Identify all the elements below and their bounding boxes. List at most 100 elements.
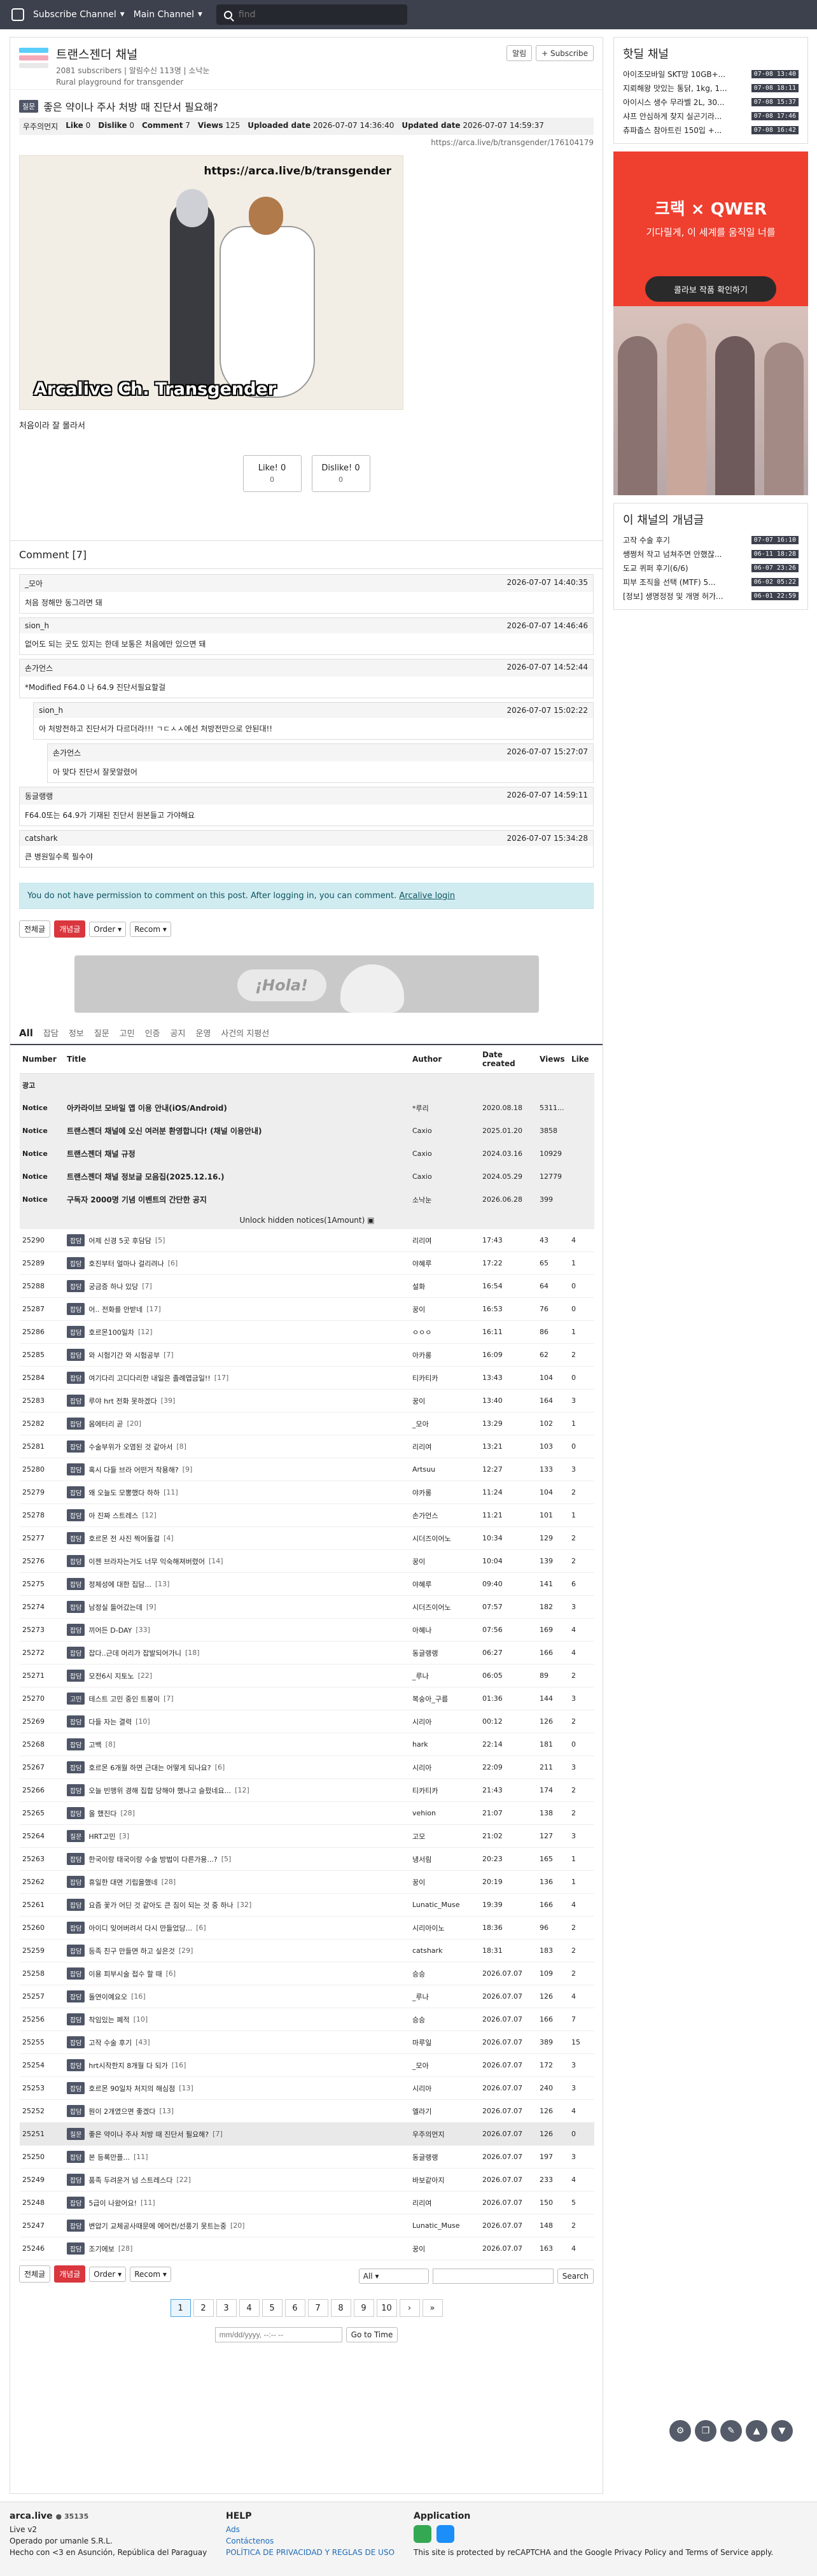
tab-category[interactable]: 잡담 [43,1027,59,1039]
row-author[interactable]: 아혜나 [410,1618,480,1642]
table-row[interactable]: 25267 잡담 호르몬 6개월 하면 근대는 어떻게 되나요? [6] 시리아 22:0… [20,1756,594,1779]
post-title-cell[interactable]: 잡담 모전6시 지토노 [22] [64,1664,410,1687]
row-title[interactable]: 착임있는 폐적 [88,2015,129,2025]
notice-author[interactable]: Caxio [410,1142,480,1165]
row-author[interactable]: _루나 [410,1985,480,2008]
row-author[interactable]: 아카롱 [410,1343,480,1367]
row-title[interactable]: 어제 신경 5곳 후담담 [88,1235,151,1246]
post-title-cell[interactable]: 잡담 남정실 들어갔는데 [9] [64,1595,410,1619]
post-title-cell[interactable]: 잡담 궁금증 하나 있당 [7] [64,1274,410,1298]
footer-site-name[interactable]: arca.live [10,2511,53,2521]
row-title[interactable]: 아이디 잊어버려서 다시 만들었당... [88,1923,192,1933]
table-row[interactable]: 25270 고민 테스트 고민 중인 트붕이 [7] 복숭아_구름 01:36 144 3 [20,1687,594,1710]
comment-author[interactable]: _모아 [25,578,43,589]
row-author[interactable]: 설화 [410,1274,480,1298]
post-title-cell[interactable]: 잡담 정체성에 대한 집담... [13] [64,1572,410,1596]
post-title-cell[interactable]: 잡담 호르몬100일차 [12] [64,1320,410,1344]
tab-category[interactable]: 사건의 지평선 [221,1027,269,1039]
tab-category[interactable]: 정보 [69,1027,84,1039]
post-title-cell[interactable]: 잡담 요즘 꽃가 어딘 것 같아도 큰 짐이 되는 것 중 하나 [32] [64,1893,410,1917]
bottom-search-button[interactable]: Search [557,2269,594,2284]
row-author[interactable]: 티카티카 [410,1366,480,1390]
page-button[interactable]: 2 [193,2299,214,2317]
post-title-cell[interactable]: 고민 테스트 고민 중인 트붕이 [7] [64,1687,410,1710]
post-title-cell[interactable]: 잡담 이용 피부시술 접수 할 때 [6] [64,1962,410,1985]
page-button[interactable]: 4 [239,2299,260,2317]
row-title[interactable]: 어.. 전화를 안받네 [88,1304,143,1314]
row-title[interactable]: 고작 수술 후기 [88,2038,132,2048]
table-row[interactable]: 25258 잡담 이용 피부시술 접수 할 때 [6] 승승 2026.07.07 109 2 [20,1962,594,1985]
post-title-cell[interactable]: 잡담 고작 수술 후기 [43] [64,2031,410,2054]
row-title[interactable]: 호르몬100일차 [88,1327,134,1337]
row-title[interactable]: 테스트 고민 중인 트붕이 [88,1694,160,1704]
search-icon[interactable] [223,10,232,19]
all-posts-button[interactable]: 전체글 [19,920,51,938]
row-title[interactable]: 수술부위가 오염된 것 같아서 [88,1442,172,1452]
table-row[interactable]: 25259 잡담 등족 친구 만들면 하고 싶은것 [29] catshark 18:31… [20,1939,594,1962]
arca-logo-icon[interactable] [11,8,24,21]
row-title[interactable]: 한국이랑 태국이랑 수술 방법이 다른가용...? [88,1854,217,1864]
row-title[interactable]: 호르몬 전 사진 찍어둘걸 [88,1533,160,1544]
post-title-cell[interactable]: 잡담 아 진짜 스트레스 [12] [64,1503,410,1527]
table-row[interactable]: 25274 잡담 남정실 들어갔는데 [9] 시더즈이어노 07:57 182 3 [20,1595,594,1619]
table-row[interactable]: 25284 잡담 여기다리 고디다리한 내일은 졸례엽금일!! [17] 티카티카 13:… [20,1366,594,1390]
tab-category[interactable]: 고민 [120,1027,135,1039]
post-url[interactable]: https://arca.live/b/transgender/17610417… [10,135,603,150]
row-author[interactable]: Lunatic_Muse [410,2214,480,2237]
row-title[interactable]: 왜 오늘도 모뽕했다 하하 [88,1488,160,1498]
notice-row[interactable]: Notice 트랜스젠더 채널에 오신 여러분 환영합니다! (채널 이용안내) C… [20,1119,594,1143]
post-title-cell[interactable]: 잡담 잡다..근데 머리가 잡발되어가니 [18] [64,1641,410,1665]
table-row[interactable]: 25264 질문 HRT고민 [3] 고모 21:02 127 3 [20,1824,594,1848]
post-title-cell[interactable]: 잡담 등족 친구 만들면 하고 싶은것 [29] [64,1939,410,1962]
row-author[interactable]: 리리여 [410,1228,480,1252]
table-row[interactable]: 25255 잡담 고작 수술 후기 [43] 마루일 2026.07.07 389 15 [20,2031,594,2054]
table-row[interactable]: 25251 질문 좋은 약이나 주사 처방 때 진단서 필요해? [7] 우주의먼지 20… [20,2122,594,2146]
row-author[interactable]: 승승 [410,2008,480,2031]
row-title[interactable]: HRT고민 [88,1831,115,1841]
table-row[interactable]: 25268 잡담 고백 [8] hark 22:14 181 0 [20,1733,594,1756]
subscribe-button[interactable]: + Subscribe [536,45,594,61]
subscribe-channel-menu[interactable]: Subscribe Channel ▼ [33,10,125,20]
post-title-cell[interactable]: 잡담 변압기 교체공사때문에 에어컨/선풍기 못트는중 [20] [64,2214,410,2237]
row-author[interactable]: 시리아 [410,1710,480,1733]
notice-row[interactable]: Notice 트랜스젠더 채널 정보글 모음집(2025.12.16.) Caxio… [20,1165,594,1188]
row-author[interactable]: 리리여 [410,2191,480,2214]
page-button[interactable]: 6 [284,2299,305,2317]
row-author[interactable]: 시리아 [410,2076,480,2100]
post-title-cell[interactable]: 잡담 수술부위가 오염된 것 같아서 [8] [64,1435,410,1458]
notice-title[interactable]: 트랜스젠더 채널 규정 [64,1142,410,1165]
comment-author[interactable]: sion_h [39,706,63,715]
row-title[interactable]: hrt시작한지 8개월 다 되가 [88,2060,167,2071]
page-next-button[interactable]: › [399,2299,420,2317]
notice-row[interactable]: Notice 트랜스젠더 채널 규정 Caxio 2024.03.16 10929 [20,1142,594,1165]
hotdeal-title[interactable]: 핫딜 채널 [614,38,807,67]
post-title-cell[interactable]: 잡담 돌연이예요오 [16] [64,1985,410,2008]
post-title-cell[interactable]: 잡담 다들 자는 결력 [10] [64,1710,410,1733]
table-row[interactable]: 25269 잡담 다들 자는 결력 [10] 시리아 00:12 126 2 [20,1710,594,1733]
post-title-cell[interactable]: 잡담 5급이 나왔어요! [11] [64,2191,410,2214]
row-author[interactable]: 야혜루 [410,1251,480,1275]
table-row[interactable]: 25250 잡담 본 등록만플... [11] 동글랭랭 2026.07.07 197 3 [20,2145,594,2169]
table-row[interactable]: 25285 잡담 와 시험기간 와 시험공부 [7] 아카롱 16:09 62 2 [20,1343,594,1367]
post-title-cell[interactable]: 잡담 어제 신경 5곳 후담담 [5] [64,1228,410,1252]
hotdeal-item[interactable]: 샤프 안심하게 찾지 실곤기라... 07-08 17:46 [623,109,799,123]
row-title[interactable]: 모전6시 지토노 [88,1671,134,1681]
row-title[interactable]: 좋은 약이나 주사 처방 때 진단서 필요해? [88,2129,209,2139]
row-title[interactable]: 남정실 들어갔는데 [88,1602,142,1612]
notice-title[interactable]: 아카라이브 모바일 앱 이용 안내(iOS/Android) [64,1096,410,1120]
post-title-cell[interactable]: 질문 좋은 약이나 주사 처방 때 진단서 필요해? [7] [64,2122,410,2146]
notice-row[interactable]: Notice 아카라이브 모바일 앱 이용 안내(iOS/Android) *루리 2… [20,1096,594,1120]
sidebar-ad[interactable]: 크랙 × QWER 기다릴게, 이 세계를 움직일 너를 콜라보 작품 확인하기 [613,151,808,495]
post-title-cell[interactable]: 잡담 품족 두려운거 넘 스트레스다 [22] [64,2168,410,2192]
goto-time-button[interactable]: Go to Time [346,2327,398,2342]
row-title[interactable]: 돌연이예요오 [88,1992,127,2002]
table-row[interactable]: 25249 잡담 품족 두려운거 넘 스트레스다 [22] 바보같아지 2026.07.0… [20,2168,594,2192]
table-row[interactable]: 25273 잡담 끼어든 D-DAY [33] 아혜나 07:56 169 4 [20,1618,594,1642]
table-row[interactable]: 25252 잡담 뭔이 2개였으면 좋겠다 [13] 엘라기 2026.07.07 126 4 [20,2099,594,2123]
order-select-bottom[interactable]: Order ▾ [89,2266,127,2282]
row-author[interactable]: 우주의먼지 [410,2122,480,2146]
post-title-cell[interactable]: 잡담 호르몬 전 사진 찍어둘걸 [4] [64,1526,410,1550]
table-row[interactable]: 25276 잡담 이젠 브라자는거도 너무 익숙해져버렸어 [14] 꿍이 10:04 13… [20,1549,594,1573]
row-title[interactable]: 끼어든 D-DAY [88,1625,132,1635]
post-title-cell[interactable]: 잡담 루야 hrt 전화 못하겠다 [39] [64,1389,410,1412]
